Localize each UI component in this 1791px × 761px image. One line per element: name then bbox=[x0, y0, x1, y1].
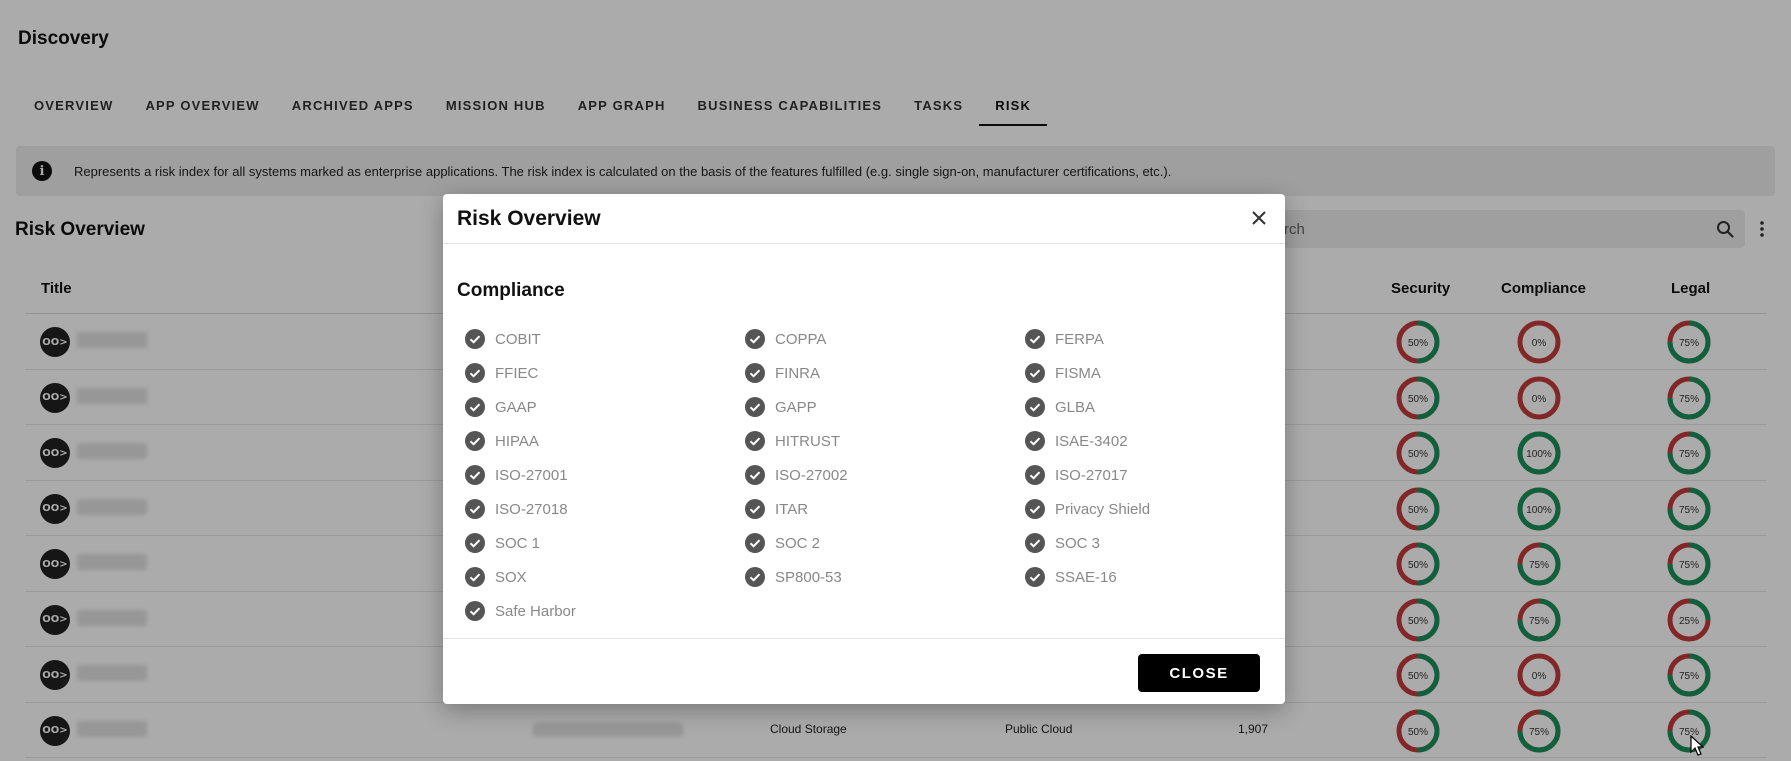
compliance-item: HITRUST bbox=[745, 424, 1025, 458]
compliance-item-label: ISO-27017 bbox=[1055, 466, 1128, 484]
compliance-item: FERPA bbox=[1025, 322, 1265, 356]
compliance-item-label: Safe Harbor bbox=[495, 602, 576, 620]
compliance-item-label: FERPA bbox=[1055, 330, 1104, 348]
check-circle-icon bbox=[465, 329, 485, 349]
compliance-item-label: SOC 1 bbox=[495, 534, 541, 552]
check-circle-icon bbox=[1025, 363, 1045, 383]
compliance-item: SP800-53 bbox=[745, 560, 1025, 594]
compliance-item: ISO-27002 bbox=[745, 458, 1025, 492]
compliance-item: ISO-27018 bbox=[465, 492, 745, 526]
compliance-item-label: GLBA bbox=[1055, 398, 1096, 416]
compliance-item-label: FISMA bbox=[1055, 364, 1101, 382]
compliance-item-label: SOX bbox=[495, 568, 527, 586]
dialog-body: Compliance COBIT COPPA FERPA FFIEC FINRA FISM… bbox=[443, 244, 1285, 638]
compliance-item: FFIEC bbox=[465, 356, 745, 390]
check-circle-icon bbox=[465, 533, 485, 553]
compliance-item-label: GAAP bbox=[495, 398, 537, 416]
check-circle-icon bbox=[465, 397, 485, 417]
check-circle-icon bbox=[1025, 431, 1045, 451]
compliance-item: GAAP bbox=[465, 390, 745, 424]
compliance-item: ITAR bbox=[745, 492, 1025, 526]
mouse-cursor-icon bbox=[1690, 734, 1705, 761]
check-circle-icon bbox=[745, 329, 765, 349]
compliance-item: HIPAA bbox=[465, 424, 745, 458]
compliance-item: SOC 3 bbox=[1025, 526, 1265, 560]
compliance-item-label: FFIEC bbox=[495, 364, 539, 382]
risk-overview-dialog: Risk Overview Compliance COBIT COPPA FERPA… bbox=[443, 194, 1285, 704]
compliance-item: ISO-27017 bbox=[1025, 458, 1265, 492]
compliance-item-label: SOC 3 bbox=[1055, 534, 1101, 552]
close-icon[interactable] bbox=[1245, 204, 1273, 232]
compliance-item: SOC 1 bbox=[465, 526, 745, 560]
compliance-item-label: ISO-27018 bbox=[495, 500, 568, 518]
compliance-item: COPPA bbox=[745, 322, 1025, 356]
check-circle-icon bbox=[1025, 397, 1045, 417]
dialog-header: Risk Overview bbox=[443, 194, 1285, 244]
check-circle-icon bbox=[1025, 499, 1045, 519]
check-circle-icon bbox=[1025, 465, 1045, 485]
check-circle-icon bbox=[465, 465, 485, 485]
compliance-item-label: Privacy Shield bbox=[1055, 500, 1151, 518]
check-circle-icon bbox=[1025, 533, 1045, 553]
compliance-item-label: ISO-27001 bbox=[495, 466, 568, 484]
dialog-footer: CLOSE bbox=[443, 638, 1285, 704]
check-circle-icon bbox=[465, 567, 485, 587]
close-button[interactable]: CLOSE bbox=[1138, 654, 1260, 692]
compliance-item: SOX bbox=[465, 560, 745, 594]
compliance-item: FINRA bbox=[745, 356, 1025, 390]
dialog-title: Risk Overview bbox=[457, 207, 601, 230]
check-circle-icon bbox=[465, 601, 485, 621]
compliance-item-label: ISAE-3402 bbox=[1055, 432, 1128, 450]
check-circle-icon bbox=[465, 499, 485, 519]
check-circle-icon bbox=[745, 499, 765, 519]
compliance-item-label: ITAR bbox=[775, 500, 809, 518]
compliance-item: COBIT bbox=[465, 322, 745, 356]
compliance-item-label: ISO-27002 bbox=[775, 466, 848, 484]
check-circle-icon bbox=[745, 363, 765, 383]
compliance-item: Privacy Shield bbox=[1025, 492, 1265, 526]
compliance-item-label: HITRUST bbox=[775, 432, 840, 450]
compliance-item-label: COBIT bbox=[495, 330, 541, 348]
compliance-heading: Compliance bbox=[457, 280, 565, 301]
check-circle-icon bbox=[745, 567, 765, 587]
compliance-item: Safe Harbor bbox=[465, 594, 745, 628]
compliance-item: SSAE-16 bbox=[1025, 560, 1265, 594]
compliance-item: ISAE-3402 bbox=[1025, 424, 1265, 458]
compliance-item: FISMA bbox=[1025, 356, 1265, 390]
compliance-item-label: FINRA bbox=[775, 364, 820, 382]
check-circle-icon bbox=[745, 431, 765, 451]
check-circle-icon bbox=[745, 397, 765, 417]
compliance-item: GAPP bbox=[745, 390, 1025, 424]
check-circle-icon bbox=[1025, 567, 1045, 587]
check-circle-icon bbox=[745, 533, 765, 553]
compliance-list: COBIT COPPA FERPA FFIEC FINRA FISMA GAAP GAPP GL… bbox=[465, 322, 1265, 628]
check-circle-icon bbox=[465, 363, 485, 383]
compliance-item: GLBA bbox=[1025, 390, 1265, 424]
compliance-item-label: COPPA bbox=[775, 330, 827, 348]
compliance-item-label: HIPAA bbox=[495, 432, 539, 450]
compliance-item-label: SP800-53 bbox=[775, 568, 842, 586]
compliance-item: SOC 2 bbox=[745, 526, 1025, 560]
check-circle-icon bbox=[465, 431, 485, 451]
check-circle-icon bbox=[1025, 329, 1045, 349]
compliance-item-label: SOC 2 bbox=[775, 534, 821, 552]
compliance-item: ISO-27001 bbox=[465, 458, 745, 492]
compliance-item-label: GAPP bbox=[775, 398, 817, 416]
check-circle-icon bbox=[745, 465, 765, 485]
compliance-item-label: SSAE-16 bbox=[1055, 568, 1117, 586]
